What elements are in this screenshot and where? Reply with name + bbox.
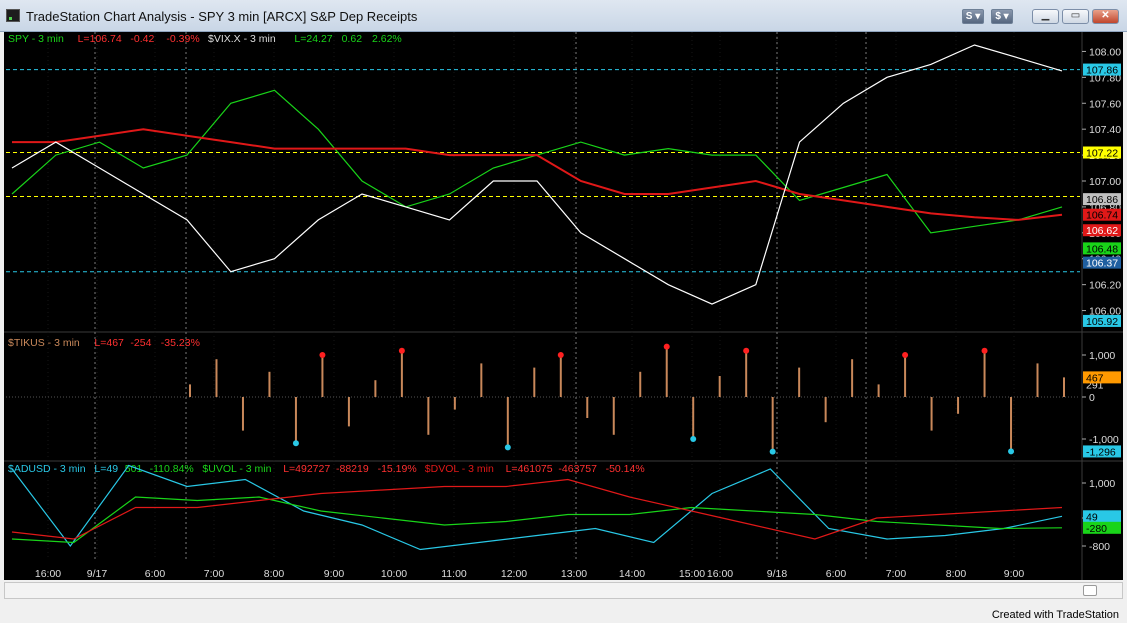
x-tick-label: 14:00 [619, 568, 645, 580]
legend-item: -50.14% [606, 463, 645, 475]
close-button[interactable]: ✕ [1092, 9, 1119, 24]
x-tick-label: 7:00 [886, 568, 907, 580]
x-tick-label: 9:00 [1004, 568, 1025, 580]
legend-item: 0.62 [342, 33, 363, 45]
y-tick-label: 107.00 [1089, 176, 1121, 188]
legend-item: L=461075 [506, 463, 553, 475]
x-tick-label: 9/17 [87, 568, 108, 580]
legend-item: -0.42 [130, 33, 154, 45]
tick-extreme-dot [743, 347, 750, 354]
x-tick-label: 9:00 [324, 568, 345, 580]
minimize-button[interactable]: ▁ [1032, 9, 1059, 24]
y-tick-label: 107.40 [1089, 124, 1121, 136]
legend-item: -35.23% [161, 337, 200, 349]
legend-item: L=49 [94, 463, 118, 475]
legend-item: -0.39% [166, 33, 199, 45]
legend-item: L=467 [94, 337, 124, 349]
legend-item: 2.62% [372, 33, 402, 45]
legend-item: -110.84% [150, 463, 194, 475]
tick-extreme-dot [663, 343, 670, 350]
price-label-text: 49 [1086, 511, 1098, 523]
x-tick-label: 13:00 [561, 568, 587, 580]
y-tick-label: 106.20 [1089, 280, 1121, 292]
tick-extreme-dot [1008, 448, 1015, 455]
tick-extreme-dot [504, 444, 511, 451]
x-tick-label: 16:00 [707, 568, 733, 580]
y-tick-label: -1,000 [1089, 434, 1119, 446]
legend-item: $UVOL - 3 min [202, 463, 271, 475]
x-tick-label: 11:00 [441, 568, 467, 580]
legend-item: L=492727 [283, 463, 330, 475]
legend-item: L=106.74 [78, 33, 122, 45]
tick-extreme-dot [557, 352, 564, 358]
y-tick-label: 1,000 [1089, 478, 1115, 490]
x-tick-label: 6:00 [826, 568, 847, 580]
tick-extreme-dot [398, 347, 405, 354]
x-tick-label: 15:00 [679, 568, 705, 580]
price-label-text: 107.22 [1086, 147, 1118, 159]
legend-item: L=24.27 [294, 33, 332, 45]
x-tick-label: 7:00 [204, 568, 225, 580]
y-tick-label: 107.60 [1089, 98, 1121, 110]
x-tick-label: 6:00 [145, 568, 166, 580]
legend-item: $VIX.X - 3 min [208, 33, 276, 45]
x-tick-label: 12:00 [501, 568, 527, 580]
legend-item: -15.19% [378, 463, 417, 475]
price-label-text: 467 [1086, 372, 1104, 384]
price-label-text: 106.48 [1086, 243, 1118, 255]
price-label-text: 106.74 [1086, 210, 1118, 222]
footer-credit: Created with TradeStation [991, 609, 1119, 621]
tick-extreme-dot [690, 436, 697, 442]
symbol-link-button[interactable]: S ▾ [962, 9, 984, 24]
legend-item: -254 [130, 337, 151, 349]
window-title: TradeStation Chart Analysis - SPY 3 min … [26, 9, 418, 24]
tick-extreme-dot [769, 448, 776, 455]
price-label-text: 105.92 [1086, 316, 1118, 328]
x-tick-label: 10:00 [381, 568, 407, 580]
y-tick-label: -800 [1089, 541, 1110, 553]
currency-link-button[interactable]: $ ▾ [991, 9, 1013, 24]
chart-area[interactable]: 16:00 9/17 6:00 7:00 8:00 9:00 10:00 11:00 12:00… [4, 32, 1123, 580]
tick-extreme-dot [292, 440, 299, 447]
series-line [12, 128, 1063, 221]
tick-extreme-dot [981, 347, 988, 354]
x-tick-label: 16:00 [35, 568, 61, 580]
legend-item: $DVOL - 3 min [425, 463, 494, 475]
title-bar: TradeStation Chart Analysis - SPY 3 min … [0, 0, 1127, 32]
series-line [11, 478, 1063, 540]
price-label-text: 106.86 [1086, 194, 1118, 206]
horizontal-scrollbar[interactable] [4, 582, 1123, 599]
tick-extreme-dot [319, 352, 326, 358]
price-label-text: 106.62 [1086, 225, 1118, 237]
series-line [11, 89, 1063, 234]
x-tick-label: 9/18 [767, 568, 788, 580]
scrollbar-thumb[interactable] [1083, 585, 1097, 596]
series-line [11, 44, 1063, 305]
price-label-text: -280 [1086, 523, 1107, 535]
legend-item: SPY - 3 min [8, 33, 64, 45]
y-tick-label: 1,000 [1089, 350, 1115, 362]
legend-item: -88219 [336, 463, 369, 475]
legend-item: -463757 [558, 463, 597, 475]
x-tick-label: 8:00 [946, 568, 967, 580]
y-tick-label: 108.00 [1089, 46, 1121, 58]
price-label-text: -1,296 [1086, 446, 1116, 458]
legend-item: $TIKUS - 3 min [8, 337, 80, 349]
x-tick-label: 8:00 [264, 568, 285, 580]
tradestation-app-icon [6, 9, 20, 22]
restore-button[interactable]: ▭ [1062, 9, 1089, 24]
legend-item: $ADUSD - 3 min [8, 463, 86, 475]
tick-extreme-dot [902, 352, 909, 358]
price-label-text: 107.86 [1086, 65, 1118, 77]
price-label-text: 106.37 [1086, 258, 1118, 270]
y-tick-label: 0 [1089, 392, 1095, 404]
chart-canvas[interactable]: 16:00 9/17 6:00 7:00 8:00 9:00 10:00 11:00 12:00… [4, 32, 1123, 580]
